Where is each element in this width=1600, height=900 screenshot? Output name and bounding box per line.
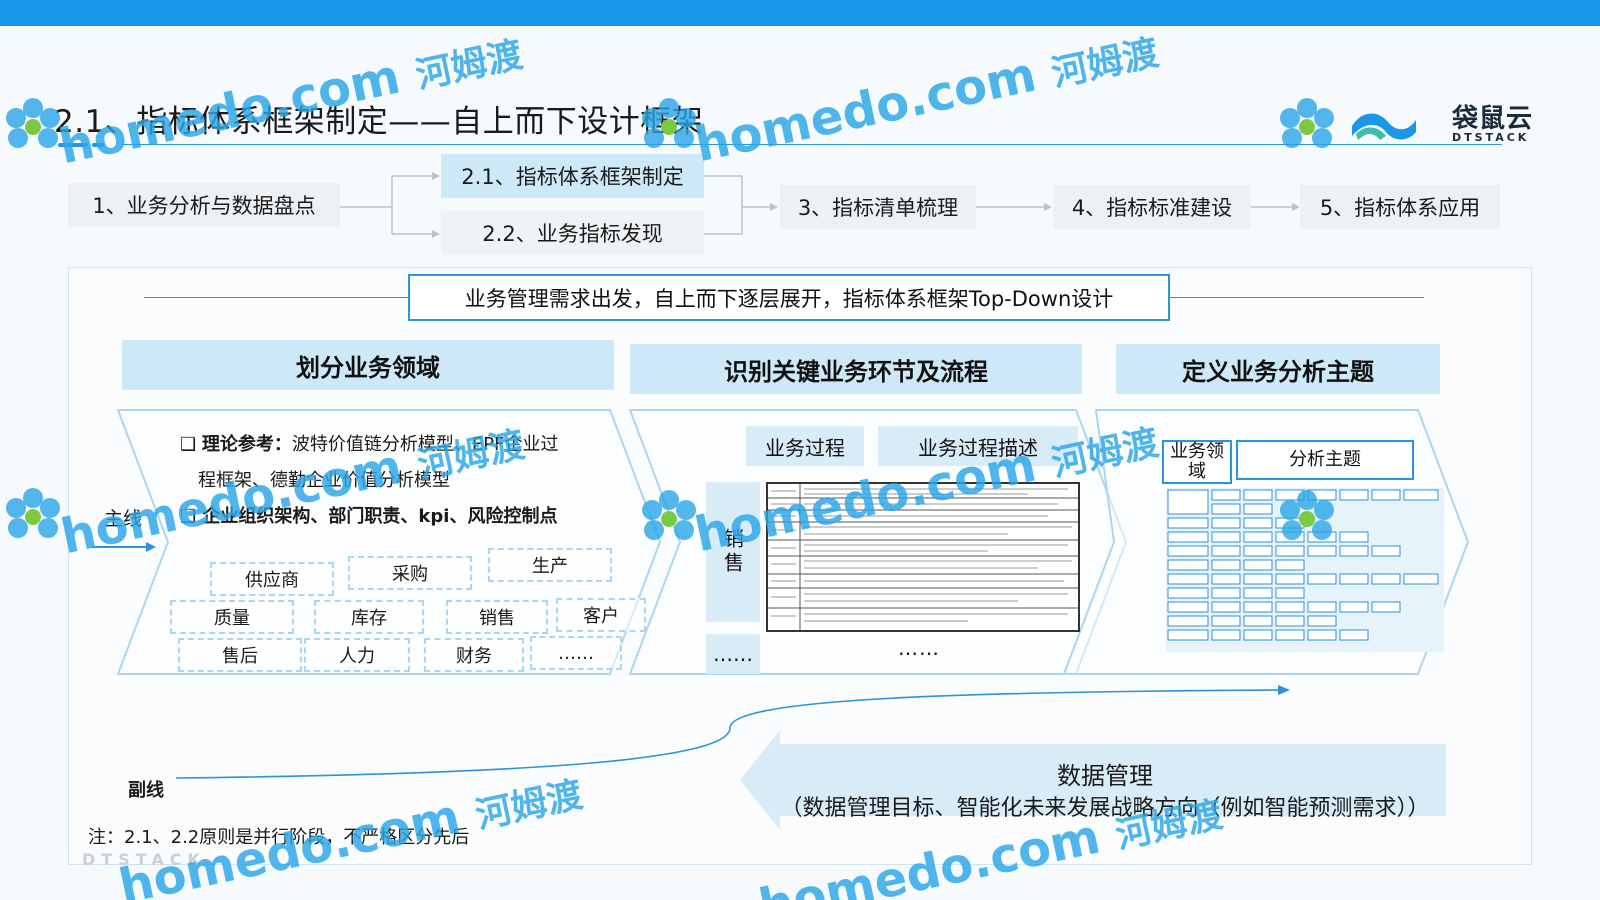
watermark-flower-icon	[1280, 98, 1334, 148]
theory-label: 理论参考：	[201, 434, 292, 455]
process-more-left: ……	[706, 634, 760, 674]
process-more-right: ……	[898, 636, 940, 660]
watermark-flower-icon	[642, 98, 696, 148]
domain-sales: 销售	[446, 600, 548, 634]
domain-inventory: 库存	[314, 600, 424, 634]
domain-production: 生产	[488, 548, 612, 582]
domain-procurement: 采购	[348, 556, 472, 590]
top-down-banner: 业务管理需求出发，自上而下逐层展开，指标体系框架Top-Down设计	[408, 274, 1170, 321]
domain-quality: 质量	[170, 600, 294, 634]
sub-line-label: 副线	[128, 780, 164, 801]
watermark-flower-icon	[642, 490, 696, 540]
watermark-flower-icon	[6, 488, 60, 538]
domain-more: ……	[530, 636, 622, 670]
domain-supplier: 供应商	[210, 562, 334, 596]
section-header-subjects: 定义业务分析主题	[1116, 344, 1440, 394]
subject-col-domain: 业务领域	[1162, 440, 1232, 484]
watermark-flower-icon	[1280, 490, 1334, 540]
checkbox-icon: ❑	[180, 434, 197, 455]
domain-finance: 财务	[424, 638, 524, 672]
data-management-title: 数据管理	[1057, 762, 1153, 790]
section-header-domains: 划分业务领域	[122, 340, 614, 390]
tab-business-process: 业务过程	[746, 426, 864, 466]
section-header-processes: 识别关键业务环节及流程	[630, 344, 1082, 394]
subject-col-theme: 分析主题	[1236, 440, 1414, 480]
domain-after-sales: 售后	[178, 638, 302, 672]
domain-customer: 客户	[556, 598, 646, 632]
domain-hr: 人力	[304, 638, 410, 672]
